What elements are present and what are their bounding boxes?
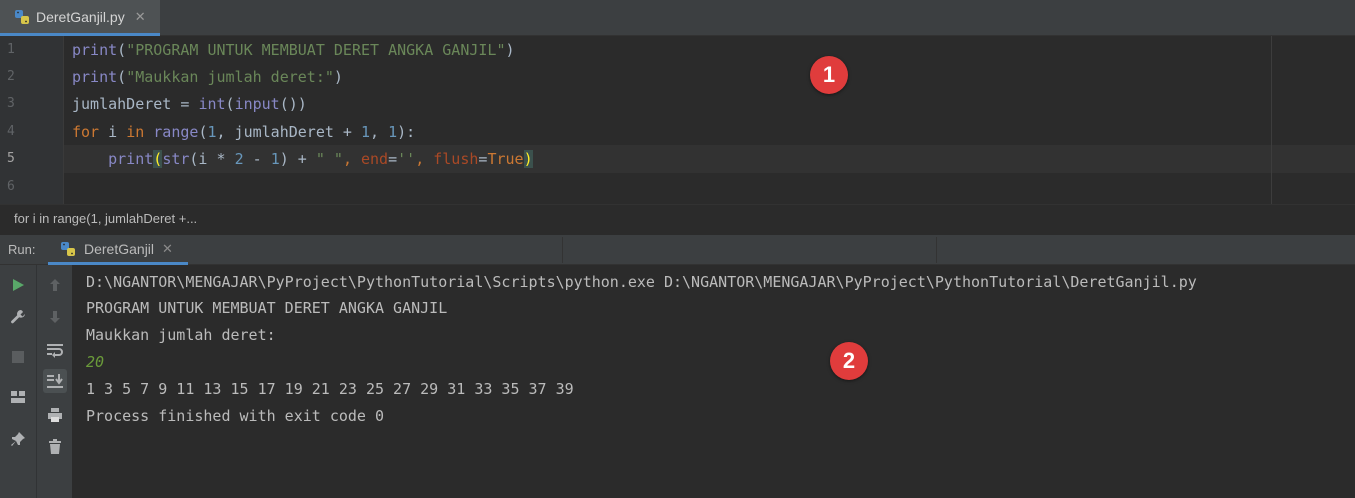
code-line[interactable]: print("Maukkan jumlah deret:") xyxy=(72,63,343,91)
code-token: ( xyxy=(225,95,235,113)
code-token: 1 xyxy=(270,150,280,168)
code-line[interactable]: print("PROGRAM UNTUK MEMBUAT DERET ANGKA… xyxy=(72,36,515,64)
console-user-input: 20 xyxy=(86,353,105,371)
run-tab-label: DeretGanjil xyxy=(84,240,155,257)
python-file-icon xyxy=(15,9,29,24)
code-token: ) xyxy=(505,41,515,59)
line-number-active: 5 xyxy=(7,151,15,166)
breadcrumb-text: for i in range(1, jumlahDeret +... xyxy=(14,211,198,226)
code-token: i xyxy=(99,123,127,141)
run-console-output[interactable]: 2 D:\NGANTOR\MENGAJAR\PyProject\PythonTu… xyxy=(72,265,1355,498)
code-token: str xyxy=(162,150,190,168)
editor-tab-close-icon[interactable]: ✕ xyxy=(135,9,146,25)
run-tab-close-icon[interactable]: ✕ xyxy=(162,241,173,257)
run-label: Run: xyxy=(8,242,36,257)
code-token: end xyxy=(361,150,389,168)
editor-tab-bar: DeretGanjil.py ✕ xyxy=(0,0,1355,36)
console-line: 1 3 5 7 9 11 13 15 17 19 21 23 25 27 29 … xyxy=(86,380,574,398)
annotation-badge-1: 1 xyxy=(810,56,848,94)
right-margin-guide xyxy=(1271,36,1272,204)
editor-tab-deretganjil[interactable]: DeretGanjil.py ✕ xyxy=(0,0,160,36)
run-panel-header: Run: DeretGanjil ✕ xyxy=(0,234,1355,265)
pin-icon[interactable] xyxy=(6,427,30,451)
code-token: (i * xyxy=(189,150,235,168)
code-editor[interactable]: 1 2 3 4 5 6 print("PROGRAM UNTUK MEMBUAT… xyxy=(0,36,1355,204)
code-token: 2 xyxy=(234,150,244,168)
down-arrow-icon[interactable] xyxy=(43,305,67,329)
code-token: for xyxy=(72,123,100,141)
code-token: , xyxy=(415,150,434,168)
code-token: - xyxy=(243,150,271,168)
divider xyxy=(936,237,937,263)
up-arrow-icon[interactable] xyxy=(43,273,67,297)
code-token: jumlahDeret = xyxy=(72,95,199,113)
code-token: in xyxy=(126,123,145,141)
code-token: , jumlahDeret + xyxy=(216,123,361,141)
code-token: "Maukkan jumlah deret:" xyxy=(126,68,334,86)
code-token: True xyxy=(487,150,524,168)
code-token: print xyxy=(108,150,154,168)
code-token: , xyxy=(342,150,361,168)
divider xyxy=(562,237,563,263)
code-token: int xyxy=(198,95,226,113)
line-number-gutter: 1 2 3 4 5 6 xyxy=(0,36,64,204)
line-number: 2 xyxy=(7,69,15,84)
code-token: ) + xyxy=(279,150,316,168)
line-number: 1 xyxy=(7,42,15,57)
stop-icon[interactable] xyxy=(6,345,30,369)
code-token: flush xyxy=(433,150,479,168)
line-number: 6 xyxy=(7,179,15,194)
code-line[interactable]: for i in range(1, jumlahDeret + 1, 1): xyxy=(72,118,415,146)
annotation-badge-2: 2 xyxy=(830,342,868,380)
run-toolbar-secondary xyxy=(36,265,72,498)
code-token: ( xyxy=(117,68,127,86)
console-line: D:\NGANTOR\MENGAJAR\PyProject\PythonTuto… xyxy=(86,273,1197,291)
code-token: range xyxy=(153,123,199,141)
line-number: 4 xyxy=(7,124,15,139)
code-token: = xyxy=(388,150,398,168)
print-icon[interactable] xyxy=(43,403,67,427)
code-token: ): xyxy=(397,123,416,141)
run-tab-deretganjil[interactable]: DeretGanjil ✕ xyxy=(48,235,188,265)
code-token: '' xyxy=(397,150,416,168)
code-token: ( xyxy=(153,150,163,168)
run-icon[interactable] xyxy=(6,273,30,297)
code-token: 1 xyxy=(361,123,371,141)
code-token: "PROGRAM UNTUK MEMBUAT DERET ANGKA GANJI… xyxy=(126,41,506,59)
code-token: 1 xyxy=(388,123,398,141)
code-token: 1 xyxy=(207,123,217,141)
breadcrumb[interactable]: for i in range(1, jumlahDeret +... xyxy=(0,204,1355,234)
soft-wrap-icon[interactable] xyxy=(43,338,67,362)
code-line[interactable]: print(str(i * 2 - 1) + " ", end='', flus… xyxy=(72,145,533,173)
console-line: Maukkan jumlah deret: xyxy=(86,326,276,344)
code-token: print xyxy=(72,68,118,86)
code-token: , xyxy=(370,123,389,141)
code-token: input xyxy=(234,95,280,113)
code-token: ( xyxy=(117,41,127,59)
code-token: ()) xyxy=(279,95,307,113)
code-token: " " xyxy=(315,150,343,168)
scroll-to-end-icon[interactable] xyxy=(43,369,67,393)
code-token: ) xyxy=(523,150,533,168)
wrench-icon[interactable] xyxy=(6,305,30,329)
editor-tab-label: DeretGanjil.py xyxy=(36,8,125,25)
code-token: ) xyxy=(333,68,343,86)
line-number: 3 xyxy=(7,96,15,111)
console-line: PROGRAM UNTUK MEMBUAT DERET ANGKA GANJIL xyxy=(86,299,448,317)
trash-icon[interactable] xyxy=(43,435,67,459)
python-file-icon xyxy=(61,241,75,256)
console-line: Process finished with exit code 0 xyxy=(86,407,385,425)
code-token: print xyxy=(72,41,118,59)
code-line[interactable]: jumlahDeret = int(input()) xyxy=(72,90,307,118)
run-toolbar-primary xyxy=(0,265,36,498)
layout-icon[interactable] xyxy=(6,385,30,409)
